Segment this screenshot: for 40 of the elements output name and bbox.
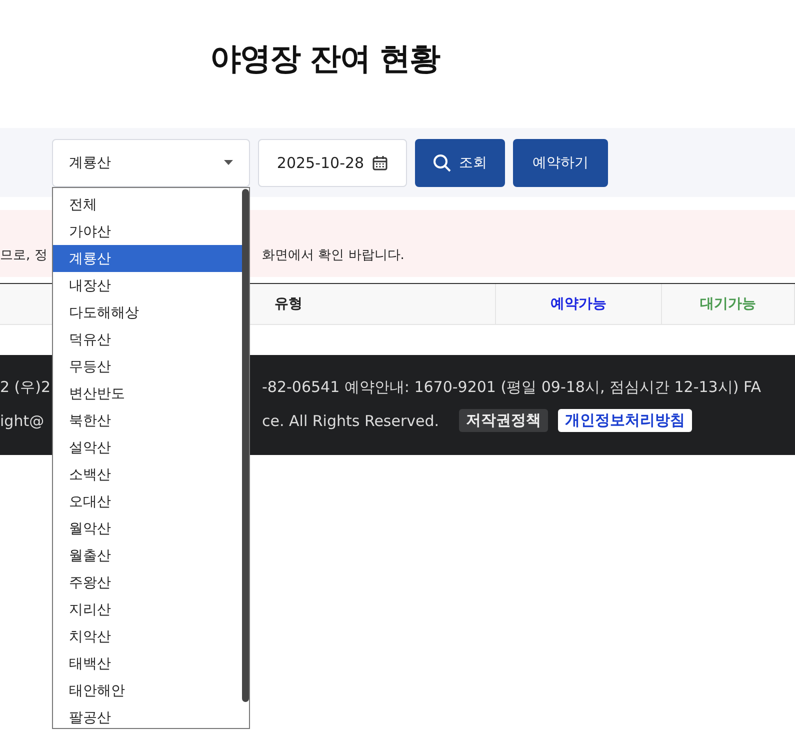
page-title: 야영장 잔여 현황 [209, 40, 442, 79]
column-header: 예약가능 [550, 295, 606, 313]
footer-text: ight@ [0, 412, 46, 430]
dropdown-option[interactable]: 덕유산 [53, 326, 242, 353]
dropdown-option[interactable]: 팔공산 [53, 704, 242, 731]
column-header: 유형 [274, 295, 302, 313]
reserve-button[interactable]: 예약하기 [513, 138, 608, 186]
dropdown-option[interactable]: 월출산 [53, 542, 242, 569]
footer-link[interactable]: 저작권정책 [459, 409, 548, 432]
dropdown-option[interactable]: 전체 [53, 191, 242, 218]
notice-text: 므로, 정 [0, 247, 48, 264]
footer-text: ce. All Rights Reserved. [262, 412, 440, 430]
dropdown-option[interactable]: 변산반도 [53, 380, 242, 407]
dropdown-option[interactable]: 주왕산 [53, 569, 242, 596]
search-button[interactable]: 조회 [415, 138, 505, 186]
dropdown-option[interactable]: 무등산 [53, 353, 242, 380]
footer-text: 2 (우)2 [0, 378, 52, 397]
site-select[interactable]: 계룡산 [52, 138, 250, 186]
dropdown-option[interactable]: 지리산 [53, 596, 242, 623]
dropdown-option[interactable]: 북한산 [53, 407, 242, 434]
dropdown-option[interactable]: 계룡산 [53, 245, 242, 272]
dropdown-option[interactable]: 소백산 [53, 461, 242, 488]
footer-text: -82-06541 예약안내: 1670-9201 (평일 09-18시, 점심시간 12-13시) FA [262, 378, 761, 397]
dropdown-option[interactable]: 오대산 [53, 488, 242, 515]
dropdown-option[interactable]: 치악산 [53, 623, 242, 650]
date-field[interactable]: 2025-10-28 [258, 138, 407, 186]
search-icon [433, 154, 451, 172]
dropdown-option[interactable]: 다도해해상 [53, 299, 242, 326]
scrollbar[interactable] [242, 189, 249, 702]
footer-link[interactable]: 개인정보처리방침 [558, 409, 692, 432]
notice-text: 화면에서 확인 바랍니다. [262, 247, 404, 264]
dropdown-option[interactable]: 태백산 [53, 650, 242, 677]
column-header: 대기가능 [700, 295, 756, 313]
dropdown-option[interactable]: 월악산 [53, 515, 242, 542]
calendar-icon [372, 154, 388, 170]
dropdown-option[interactable]: 가야산 [53, 218, 242, 245]
dropdown-option[interactable]: 설악산 [53, 434, 242, 461]
dropdown-option[interactable]: 태안해안 [53, 677, 242, 704]
dropdown-option[interactable]: 내장산 [53, 272, 242, 299]
caret-icon [224, 160, 233, 165]
